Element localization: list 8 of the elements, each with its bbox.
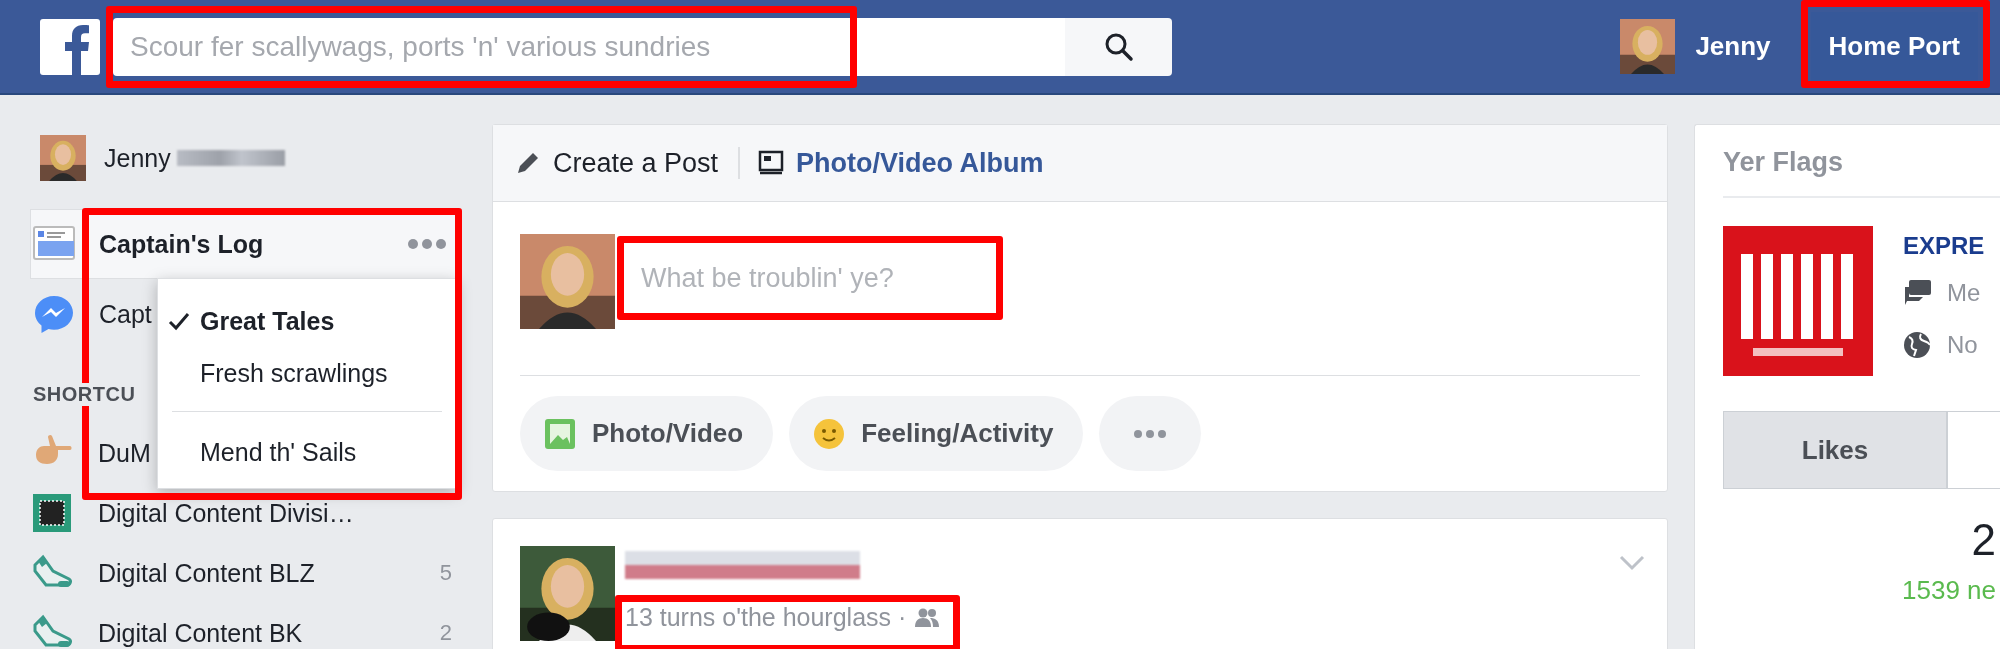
count-label: 5 [439,560,452,586]
stat-number: 2 [1971,515,1996,565]
card-title: Yer Flags [1723,146,1845,179]
count-label: 2 [439,620,452,646]
new-count: 1539 ne [1902,575,1996,606]
page-stat: Me [1947,279,1981,307]
section-heading: SHORTCU [30,383,136,406]
page-stat: No [1947,331,1978,359]
